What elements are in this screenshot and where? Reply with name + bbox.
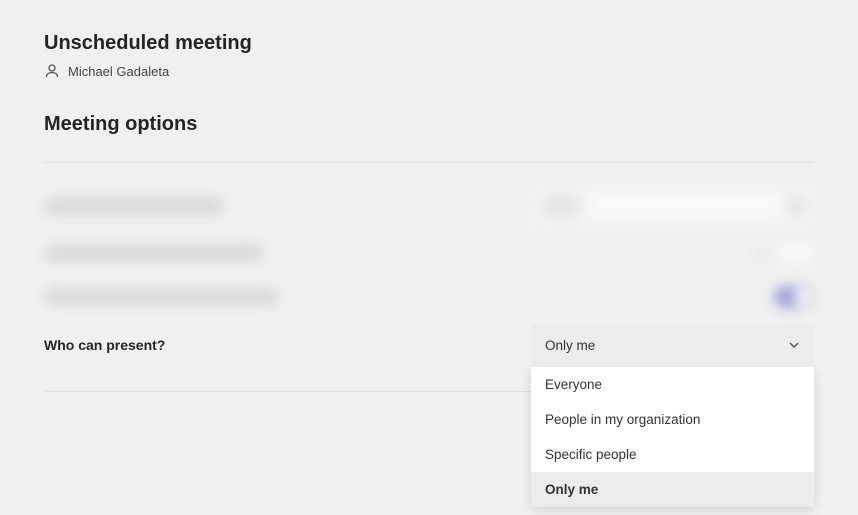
- dropdown-option-everyone[interactable]: Everyone: [531, 367, 814, 402]
- hidden-option-row: [44, 181, 814, 231]
- organizer-row: Michael Gadaleta: [44, 63, 814, 79]
- meeting-title: Unscheduled meeting: [44, 32, 814, 55]
- dropdown-option-org[interactable]: People in my organization: [531, 402, 814, 437]
- chevron-down-icon: [788, 339, 800, 351]
- hidden-option-row: [44, 275, 814, 319]
- who-can-present-row: Who can present? Only me Everyone People…: [44, 319, 814, 371]
- who-can-present-menu: Everyone People in my organization Speci…: [531, 367, 814, 507]
- dropdown-option-specific[interactable]: Specific people: [531, 437, 814, 472]
- who-can-present-dropdown[interactable]: Only me: [531, 325, 814, 365]
- person-icon: [44, 63, 60, 79]
- section-title: Meeting options: [44, 113, 814, 136]
- dropdown-option-only-me[interactable]: Only me: [531, 472, 814, 507]
- divider: [44, 162, 814, 163]
- dropdown-selected-value: Only me: [545, 338, 595, 353]
- hidden-option-row: [44, 231, 814, 275]
- who-can-present-label: Who can present?: [44, 337, 165, 353]
- organizer-name: Michael Gadaleta: [68, 64, 169, 79]
